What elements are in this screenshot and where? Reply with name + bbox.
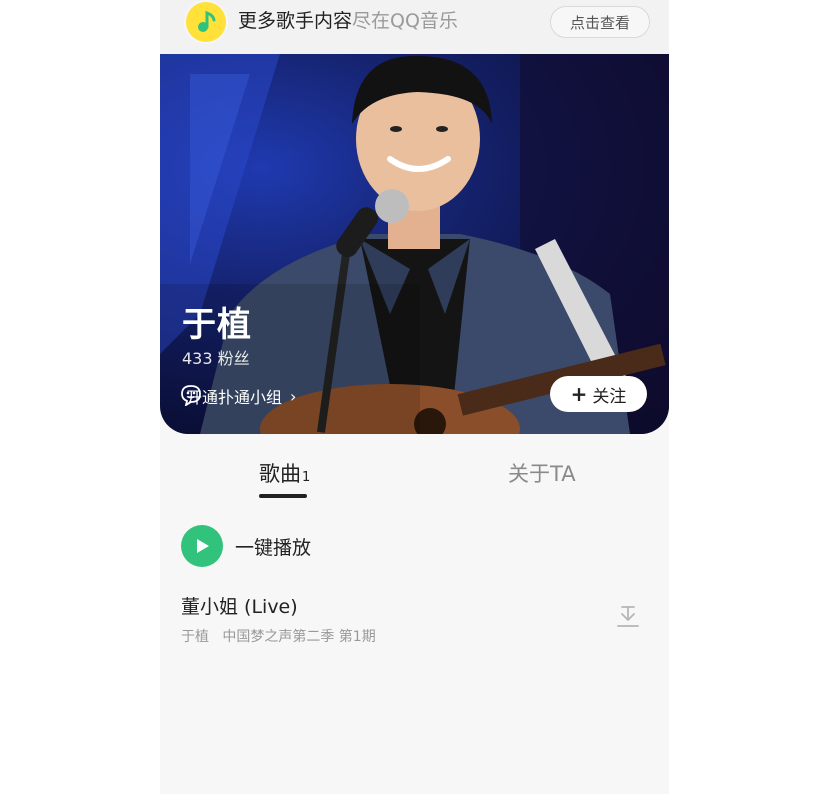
tab-about[interactable]: 关于TA xyxy=(508,458,576,488)
follow-label: 关注 xyxy=(592,386,627,407)
open-group-link[interactable]: 开通扑通小组 › xyxy=(180,384,296,408)
play-all-button[interactable]: 一键播放 xyxy=(181,525,311,567)
tab-songs-count: 1 xyxy=(302,470,311,485)
plus-icon: + xyxy=(570,382,588,406)
qq-music-icon xyxy=(186,2,226,42)
banner-text-main: 更多歌手内容 xyxy=(238,10,353,32)
artist-page: 更多歌手内容尽在QQ音乐 点击查看 于植 433 粉丝 开通扑通小组 › + 关… xyxy=(160,0,669,794)
banner-text: 更多歌手内容尽在QQ音乐 xyxy=(238,8,458,34)
artist-hero: 于植 433 粉丝 开通扑通小组 › + 关注 xyxy=(160,54,669,434)
fans-count: 433 粉丝 xyxy=(182,349,250,368)
artist-name: 于植 xyxy=(182,305,252,345)
tab-songs-label: 歌曲 xyxy=(259,462,301,486)
play-all-label: 一键播放 xyxy=(235,536,312,559)
download-icon[interactable] xyxy=(616,604,640,636)
tab-songs[interactable]: 歌曲1 xyxy=(259,458,310,488)
play-icon xyxy=(181,525,223,567)
chevron-right-icon: › xyxy=(290,386,297,406)
song-subtitle: 于植 中国梦之声第二季 第1期 xyxy=(181,629,376,645)
song-title[interactable]: 董小姐 (Live) xyxy=(181,592,298,619)
follow-button[interactable]: + 关注 xyxy=(550,376,647,412)
view-more-button[interactable]: 点击查看 xyxy=(550,6,650,38)
banner-text-grey: 尽在QQ音乐 xyxy=(352,10,458,32)
tab-active-indicator xyxy=(259,494,307,498)
promo-banner[interactable]: 更多歌手内容尽在QQ音乐 点击查看 xyxy=(160,0,669,54)
